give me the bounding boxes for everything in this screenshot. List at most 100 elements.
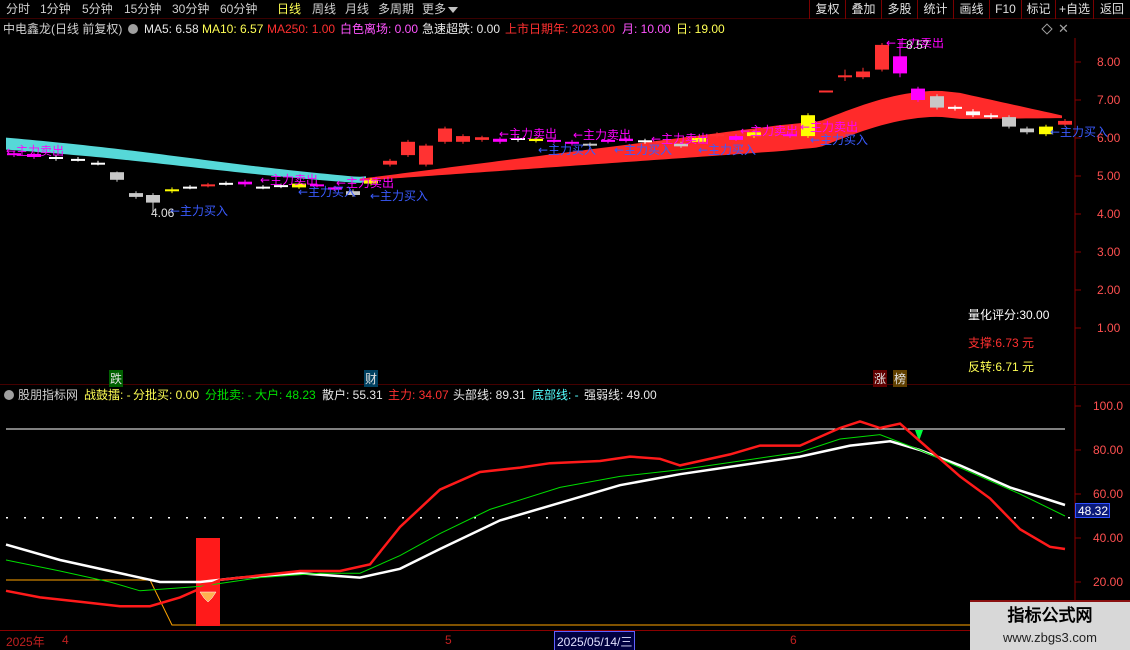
candle-body xyxy=(183,186,197,189)
reference-dot xyxy=(564,517,566,519)
annotation-label: ←主力买入 xyxy=(298,185,356,199)
statistics-button[interactable]: 统计 xyxy=(917,0,953,19)
settings-circle-icon[interactable] xyxy=(128,24,138,34)
month-value: 月: 10.00 xyxy=(622,22,671,36)
mark-rise: 涨 xyxy=(873,370,888,387)
mark-button[interactable]: 标记 xyxy=(1021,0,1055,19)
candle-body xyxy=(91,162,105,165)
tab-1min[interactable]: 1分钟 xyxy=(40,1,71,18)
reference-dot xyxy=(222,517,224,519)
candle-body xyxy=(930,96,944,108)
candle-body xyxy=(911,88,925,100)
annotation-label: ←主力买入 xyxy=(170,204,228,218)
quant-score: 量化评分:30.00 xyxy=(968,308,1050,322)
add-watchlist-button[interactable]: +自选 xyxy=(1055,0,1093,19)
restore-rights-button[interactable]: 复权 xyxy=(809,0,845,19)
reference-dot xyxy=(6,517,8,519)
tab-5min[interactable]: 5分钟 xyxy=(82,1,113,18)
reference-dot xyxy=(1014,517,1016,519)
reference-dot xyxy=(870,517,872,519)
ma5-value: MA5: 6.58 xyxy=(144,22,199,36)
watermark-url: www.zbgs3.com xyxy=(1003,630,1097,645)
mark-fall: 跌 xyxy=(109,370,124,387)
candle-body xyxy=(893,56,907,74)
candle-body xyxy=(110,172,124,180)
candle-body xyxy=(71,158,85,161)
annotation-label: ←主力卖出 xyxy=(499,127,557,141)
stock-title[interactable]: 中电鑫龙(日线 前复权) xyxy=(3,20,122,38)
price-tick-4: 4.00 xyxy=(1097,207,1121,221)
candle-body xyxy=(219,182,233,185)
reference-dot xyxy=(600,517,602,519)
reference-dot xyxy=(456,517,458,519)
reference-dot xyxy=(636,517,638,519)
reference-dot xyxy=(852,517,854,519)
red-line xyxy=(5,420,1066,608)
close-icon[interactable]: ✕ xyxy=(1058,20,1069,38)
tab-60min[interactable]: 60分钟 xyxy=(220,1,257,18)
draw-line-button[interactable]: 画线 xyxy=(953,0,989,19)
annotation-label: ←主力买入 xyxy=(614,143,672,157)
candle-body xyxy=(1002,117,1016,127)
tab-daily[interactable]: 日线 xyxy=(277,1,301,18)
reference-dot xyxy=(942,517,944,519)
mark-rank: 榜 xyxy=(893,370,908,387)
tab-more[interactable]: 更多 xyxy=(422,1,446,18)
tab-weekly[interactable]: 周线 xyxy=(312,1,336,18)
reference-dot xyxy=(186,517,188,519)
reference-dot xyxy=(114,517,116,519)
reference-dot xyxy=(42,517,44,519)
reference-dot xyxy=(150,517,152,519)
candle-body xyxy=(146,195,160,203)
reference-dot xyxy=(240,517,242,519)
day-value: 日: 19.00 xyxy=(676,22,725,36)
candle-body xyxy=(838,75,852,78)
high-price-label: 8.57 xyxy=(906,38,930,52)
overlay-button[interactable]: 叠加 xyxy=(845,0,881,19)
indicator-chart[interactable] xyxy=(0,386,1130,630)
date-axis: 2025年 4 5 2025/05/14/三 6 xyxy=(0,630,1130,650)
reference-dot xyxy=(798,517,800,519)
indicator-tick-80: 80.00 xyxy=(1093,443,1124,457)
tab-30min[interactable]: 30分钟 xyxy=(172,1,209,18)
reference-dot xyxy=(1068,517,1070,519)
ma250-value: MA250: 1.00 xyxy=(267,22,336,36)
diamond-icon[interactable] xyxy=(1041,23,1053,35)
candle-body xyxy=(401,141,415,156)
reference-dot xyxy=(366,517,368,519)
current-value-badge: 48.32 xyxy=(1075,503,1110,518)
candle-body xyxy=(201,184,215,187)
reference-dot xyxy=(96,517,98,519)
annotation-label: ←主力卖出 xyxy=(740,124,798,138)
annotation-label: ←主力买入 xyxy=(810,133,868,147)
tab-multi-period[interactable]: 多周期 xyxy=(378,1,414,18)
indicator-tick-60: 60.00 xyxy=(1093,487,1124,501)
back-button[interactable]: 返回 xyxy=(1093,0,1130,19)
reference-dot xyxy=(744,517,746,519)
tab-monthly[interactable]: 月线 xyxy=(345,1,369,18)
year-label: 2025年 xyxy=(6,635,45,649)
reference-dot xyxy=(24,517,26,519)
candle-body xyxy=(456,136,470,142)
tab-intraday[interactable]: 分时 xyxy=(6,1,30,18)
low-price-label: 4.06 xyxy=(151,206,175,220)
reference-dot xyxy=(546,517,548,519)
reference-dot xyxy=(384,517,386,519)
reference-dot xyxy=(708,517,710,519)
annotation-label: ←主力买入 xyxy=(698,143,756,157)
reversal-price: 反转:6.71 元 xyxy=(968,360,1035,374)
price-tick-6: 6.00 xyxy=(1097,131,1121,145)
reference-dot xyxy=(1032,517,1034,519)
candle-body xyxy=(438,128,452,142)
reference-dot xyxy=(276,517,278,519)
candle-body xyxy=(475,137,489,140)
listing-year-value: 上市日期年: 2023.00 xyxy=(505,22,616,36)
price-tick-1: 1.00 xyxy=(1097,321,1121,335)
chevron-down-icon[interactable] xyxy=(448,7,458,13)
f10-button[interactable]: F10 xyxy=(989,0,1021,19)
reference-dot xyxy=(348,517,350,519)
tab-15min[interactable]: 15分钟 xyxy=(124,1,161,18)
reference-dot xyxy=(816,517,818,519)
reference-dot xyxy=(834,517,836,519)
multi-stock-button[interactable]: 多股 xyxy=(881,0,917,19)
